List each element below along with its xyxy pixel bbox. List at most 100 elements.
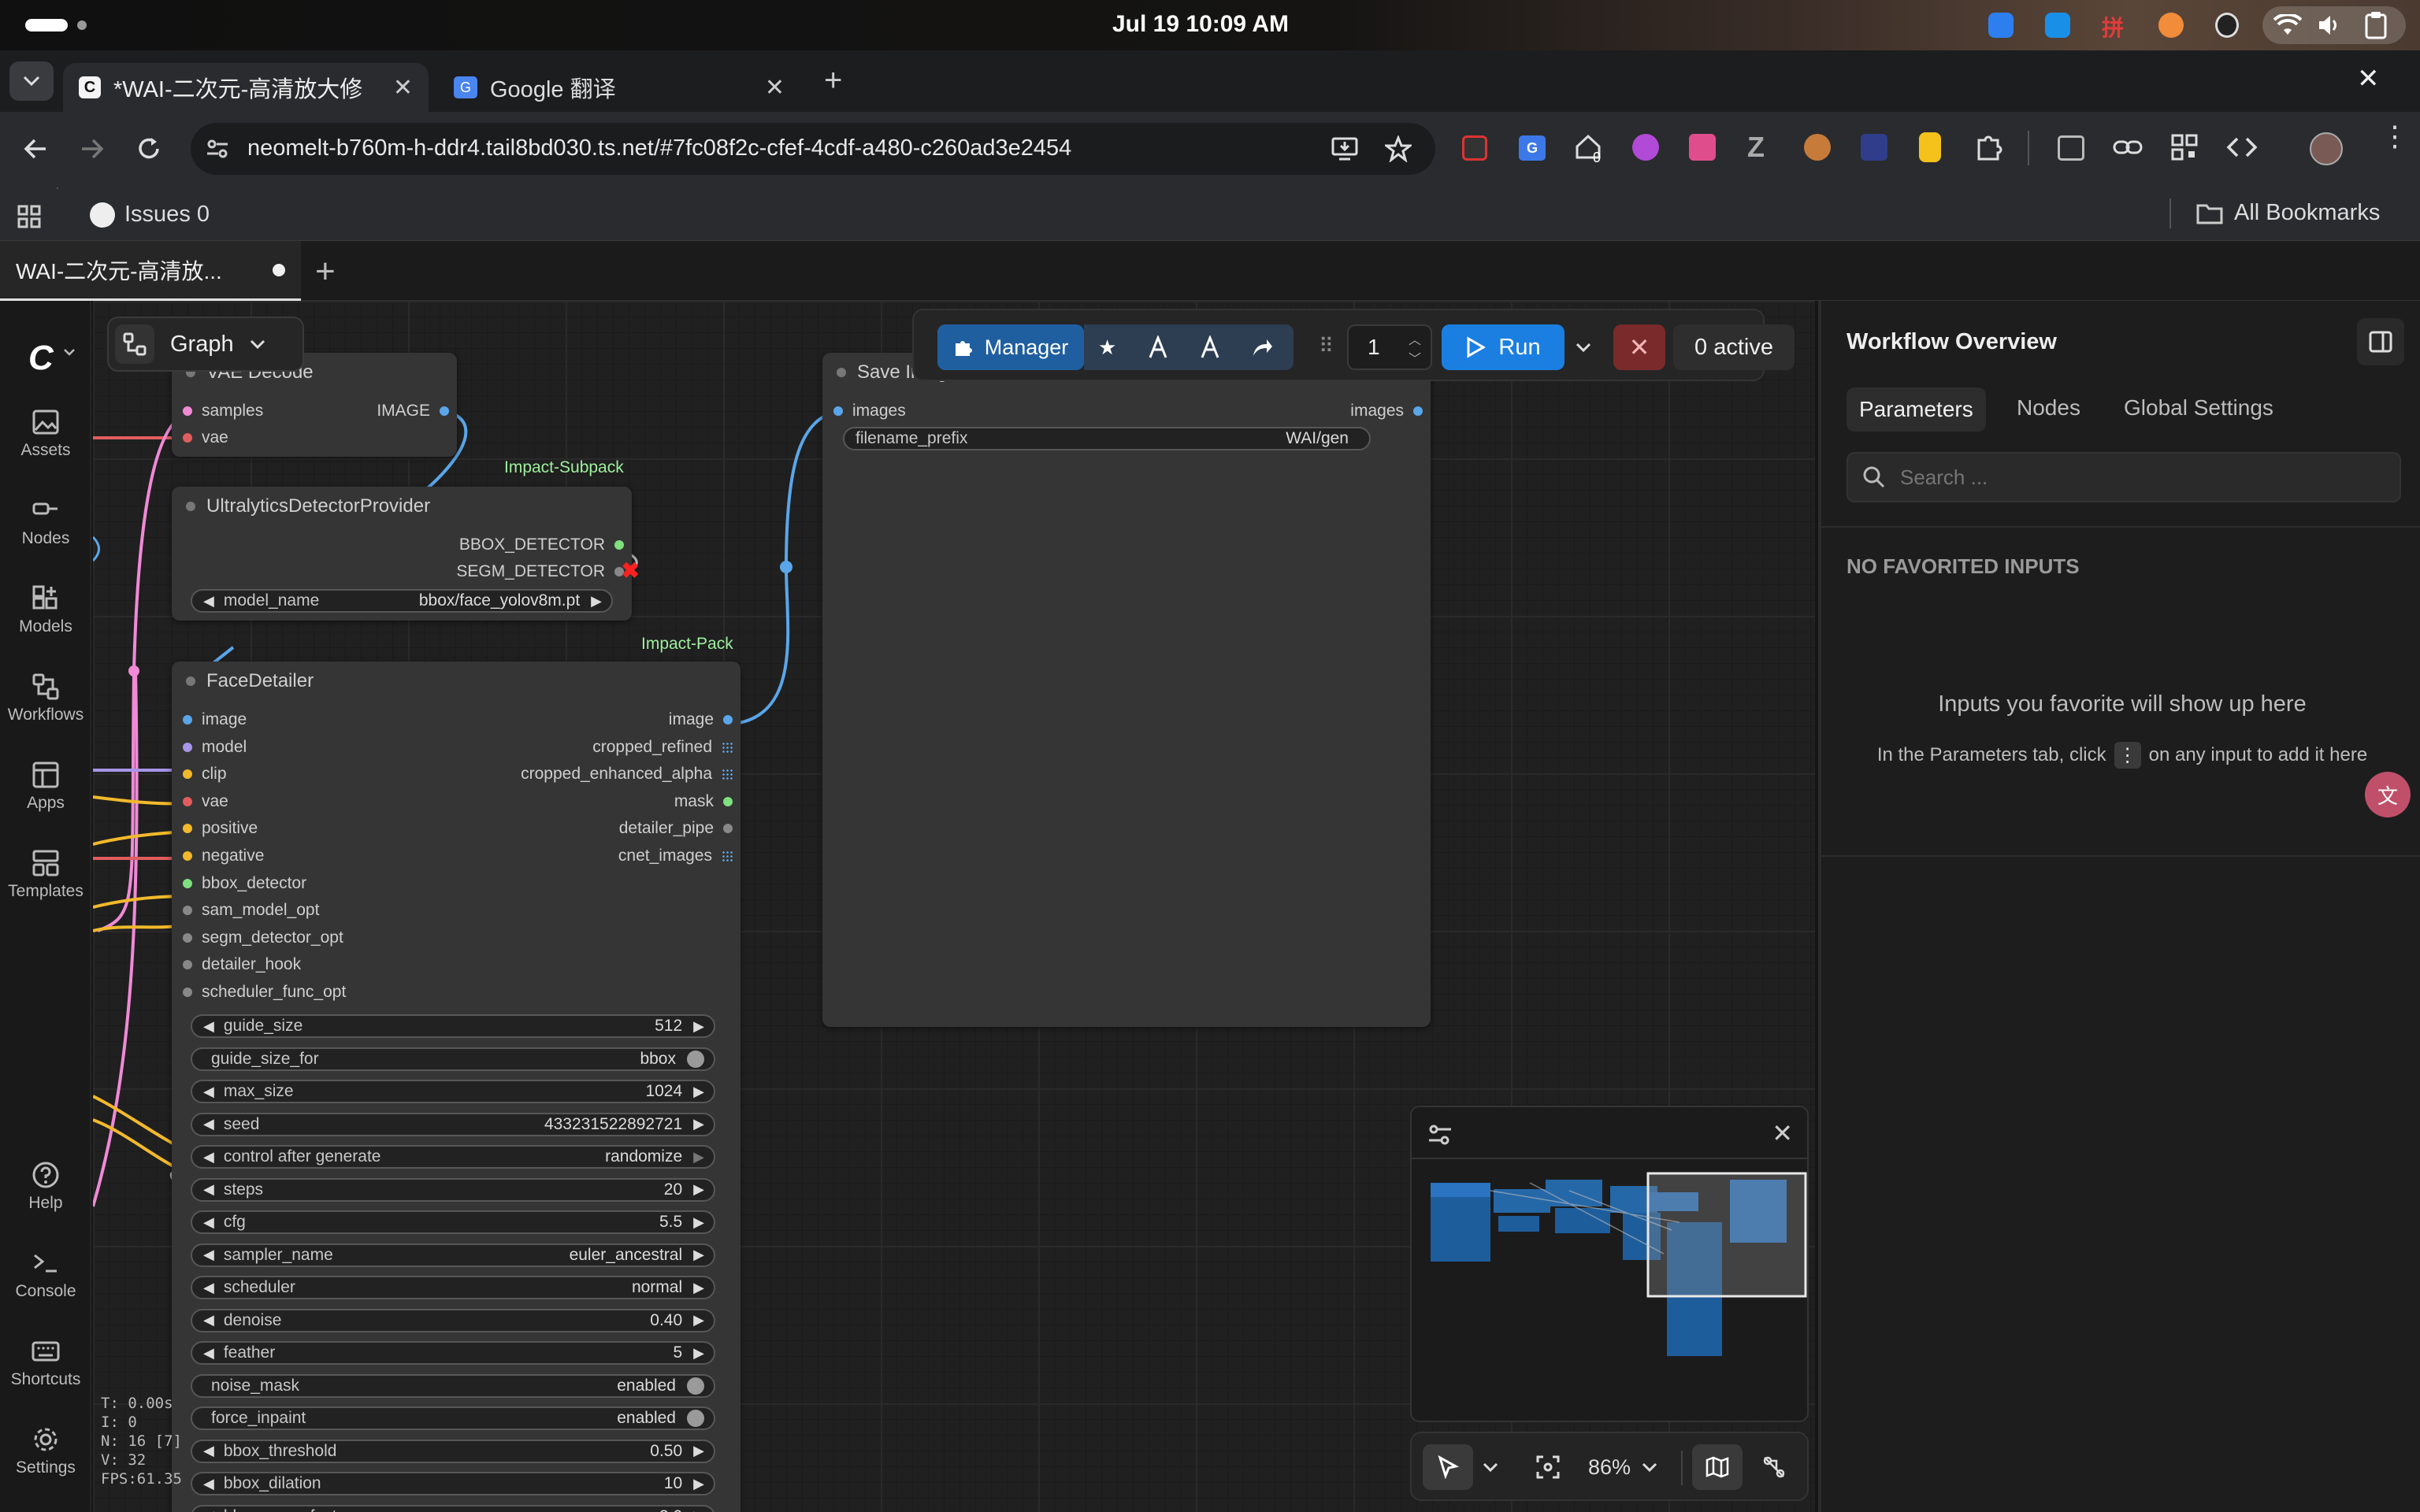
increment-arrow-icon[interactable]: ▶	[693, 1181, 704, 1198]
input-slot-bbox-detector[interactable]: bbox_detector	[183, 874, 306, 893]
decrement-arrow-icon[interactable]: ◀	[203, 1280, 214, 1296]
increment-arrow-icon[interactable]: ▶	[693, 1247, 704, 1263]
browser-tab-translate[interactable]: G Google 翻译 ✕	[438, 63, 800, 112]
input-slot-vae[interactable]: vae	[183, 792, 228, 811]
output-slot-image[interactable]: image	[669, 710, 733, 729]
model-alt-icon[interactable]	[1199, 335, 1221, 359]
widget-scheduler[interactable]: ◀ scheduler normal ▶	[191, 1276, 715, 1299]
increment-arrow-icon[interactable]: ▶	[693, 1476, 704, 1492]
input-slot-images[interactable]: images	[833, 402, 906, 421]
star-icon[interactable]: ★	[1098, 335, 1116, 360]
select-tool-button[interactable]	[1423, 1444, 1473, 1490]
widget-bbox-dilation[interactable]: ◀ bbox_dilation 10 ▶	[191, 1472, 715, 1495]
extension-record-icon[interactable]	[1462, 135, 1487, 161]
widget-filename-prefix[interactable]: filename_prefix WAI/gen	[843, 427, 1371, 450]
sidebar-item-console[interactable]: Console	[0, 1249, 91, 1301]
decrement-arrow-icon[interactable]: ◀	[203, 1476, 214, 1492]
extension-purple-icon[interactable]	[1632, 134, 1659, 161]
sidebar-item-templates[interactable]: Templates	[0, 849, 91, 901]
minimap[interactable]: ✕	[1410, 1106, 1809, 1422]
input-slot-model[interactable]: model	[183, 738, 247, 757]
sidebar-item-workflows[interactable]: Workflows	[0, 673, 91, 724]
widget-steps[interactable]: ◀ steps 20 ▶	[191, 1177, 715, 1202]
increment-arrow-icon[interactable]: ▶	[693, 1214, 704, 1231]
widget-bbox-crop-factor[interactable]: ◀ bbox_crop_factor 3.0 ▶	[191, 1504, 715, 1512]
increment-arrow-icon[interactable]: ▶	[693, 1508, 704, 1512]
input-slot-scheduler-func-opt[interactable]: scheduler_func_opt	[183, 983, 346, 1002]
output-slot-detailer-pipe[interactable]: detailer_pipe	[619, 819, 733, 838]
fit-view-button[interactable]	[1528, 1444, 1568, 1490]
input-slot-positive[interactable]: positive	[183, 819, 258, 838]
toggle-links-button[interactable]	[1749, 1444, 1799, 1490]
extension-z-icon[interactable]: Z	[1747, 131, 1765, 164]
tab-global-settings[interactable]: Global Settings	[2124, 395, 2273, 421]
zoom-control[interactable]: 86%	[1574, 1444, 1672, 1490]
decrement-arrow-icon[interactable]: ◀	[203, 1443, 214, 1459]
decrement-arrow-icon[interactable]: ◀	[203, 1181, 214, 1198]
node-save-image[interactable]: Save Image images images filename_prefix…	[822, 353, 1431, 1027]
sidebar-item-models[interactable]: Models	[0, 584, 91, 636]
browser-tab-active[interactable]: C *WAI-二次元-高清放大修 ✕	[63, 63, 429, 112]
workflow-tab-active[interactable]: WAI-二次元-高清放...	[0, 241, 301, 301]
run-button[interactable]: Run	[1442, 324, 1564, 370]
widget-feather[interactable]: ◀ feather 5 ▶	[191, 1341, 715, 1365]
extension-ai-icon[interactable]	[1861, 134, 1887, 161]
extension-cookie-icon[interactable]	[1804, 134, 1831, 161]
browser-menu-icon[interactable]: ⋮	[2381, 122, 2409, 150]
increment-arrow-icon[interactable]: ▶	[693, 1116, 704, 1132]
toggle-panel-button[interactable]	[2357, 318, 2404, 365]
translate-page-icon[interactable]	[2058, 135, 2084, 161]
increment-arrow-icon[interactable]: ▶	[693, 1312, 704, 1329]
input-slot-clip[interactable]: clip	[183, 765, 227, 784]
widget-model-name[interactable]: ◀ model_name bbox/face_yolov8m.pt ▶	[191, 589, 613, 613]
input-slot-image[interactable]: image	[183, 710, 247, 729]
settings-sliders-icon[interactable]	[1427, 1125, 1453, 1147]
input-slot-vae[interactable]: vae	[183, 428, 228, 447]
share-icon[interactable]	[1251, 337, 1273, 358]
profile-avatar[interactable]	[2310, 132, 2343, 165]
output-slot-images[interactable]: images	[1350, 402, 1423, 421]
chevron-up-icon[interactable]: ︿	[1409, 329, 1421, 348]
sidebar-item-settings[interactable]: Settings	[0, 1425, 91, 1477]
app-status-icon[interactable]	[1988, 13, 2014, 38]
qq-status-icon[interactable]	[2215, 13, 2239, 38]
queue-status-button[interactable]: 0 active	[1673, 324, 1795, 370]
increment-arrow-icon[interactable]: ▶	[693, 1149, 704, 1166]
increment-arrow-icon[interactable]: ▶	[591, 593, 602, 610]
close-tab-icon[interactable]: ✕	[765, 74, 785, 102]
toggle-minimap-button[interactable]	[1692, 1444, 1743, 1490]
decrement-arrow-icon[interactable]: ◀	[203, 1214, 214, 1231]
widget-denoise[interactable]: ◀ denoise 0.40 ▶	[191, 1308, 715, 1332]
reload-icon[interactable]	[135, 135, 162, 162]
output-slot-cnet-images[interactable]: cnet_images	[618, 847, 733, 865]
tool-menu-button[interactable]	[1475, 1444, 1506, 1490]
qr-code-icon[interactable]	[2171, 134, 2198, 161]
extension-translate-icon[interactable]: G	[1519, 135, 1546, 161]
model-icon[interactable]	[1147, 335, 1169, 359]
widget-force-inpaint[interactable]: force_inpaint enabled	[191, 1406, 715, 1430]
widget-bbox-threshold[interactable]: ◀ bbox_threshold 0.50 ▶	[191, 1439, 715, 1463]
decrement-arrow-icon[interactable]: ◀	[203, 593, 214, 610]
cat-status-icon[interactable]	[2158, 13, 2184, 38]
drag-handle-icon[interactable]: ⠿	[1319, 334, 1335, 358]
increment-arrow-icon[interactable]: ▶	[693, 1084, 704, 1100]
apps-grid-icon[interactable]	[17, 205, 41, 228]
decrement-arrow-icon[interactable]: ◀	[203, 1116, 214, 1132]
increment-arrow-icon[interactable]: ▶	[693, 1280, 704, 1296]
decrement-arrow-icon[interactable]: ◀	[203, 1149, 214, 1166]
widget-cfg[interactable]: ◀ cfg 5.5 ▶	[191, 1210, 715, 1234]
graph-mode-selector[interactable]: Graph	[107, 317, 304, 372]
node-ultralytics-detector-provider[interactable]: UltralyticsDetectorProvider BBOX_DETECTO…	[172, 487, 640, 621]
sidebar-item-nodes[interactable]: Nodes	[0, 496, 91, 548]
install-app-icon[interactable]	[1331, 137, 1358, 161]
widget-guide-size-for[interactable]: guide_size_for bbox	[191, 1047, 715, 1071]
output-slot-cropped-enhanced-alpha[interactable]: cropped_enhanced_alpha	[521, 765, 733, 784]
increment-arrow-icon[interactable]: ▶	[693, 1345, 704, 1362]
node-header[interactable]: FaceDetailer	[172, 662, 740, 701]
toggle-knob-icon[interactable]	[687, 1410, 704, 1427]
extension-yellow-icon[interactable]	[1919, 132, 1941, 162]
forward-icon[interactable]	[79, 135, 106, 162]
output-slot-segm-detector[interactable]: SEGM_DETECTOR	[456, 562, 624, 581]
back-icon[interactable]	[22, 135, 49, 162]
tab-parameters[interactable]: Parameters	[1847, 387, 1986, 432]
